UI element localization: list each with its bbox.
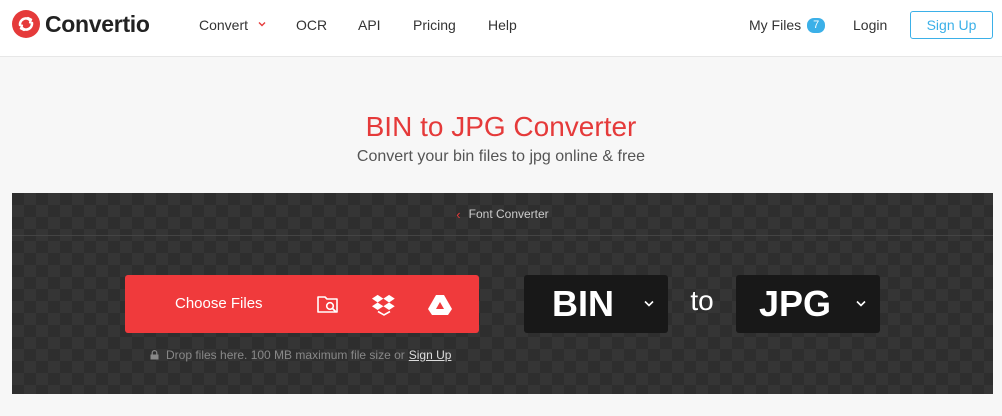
my-files-count-badge: 7 xyxy=(807,17,826,33)
login-link[interactable]: Login xyxy=(853,17,887,33)
to-label: to xyxy=(690,285,714,316)
nav-convert-label: Convert xyxy=(199,17,249,33)
lock-icon xyxy=(150,350,159,360)
target-format-label: JPG xyxy=(758,283,832,324)
drop-hint: Drop files here. 100 MB maximum file siz… xyxy=(150,348,451,362)
signup-button[interactable]: Sign Up xyxy=(910,11,993,39)
drop-hint-text: Drop files here. 100 MB maximum file siz… xyxy=(166,348,405,362)
my-files-label: My Files xyxy=(749,17,802,33)
dropbox-icon[interactable] xyxy=(371,292,397,316)
breadcrumb[interactable]: ‹ Font Converter xyxy=(456,207,548,222)
nav-convert[interactable]: Convert xyxy=(199,17,266,33)
chevron-down-icon xyxy=(258,22,266,27)
chevron-down-icon xyxy=(856,300,866,307)
choose-files-button[interactable]: Choose Files xyxy=(125,275,479,333)
folder-search-icon[interactable] xyxy=(315,292,341,316)
nav-ocr[interactable]: OCR xyxy=(296,17,327,33)
target-format-select[interactable]: JPG xyxy=(736,275,880,333)
nav-pricing[interactable]: Pricing xyxy=(413,17,456,33)
panel-breadcrumb-bar: ‹ Font Converter xyxy=(12,193,993,236)
page-title: BIN to JPG Converter xyxy=(365,111,637,142)
my-files-link[interactable]: My Files 7 xyxy=(749,17,826,33)
source-format-select[interactable]: BIN xyxy=(524,275,668,333)
source-format-label: BIN xyxy=(552,283,614,324)
convertio-logo[interactable]: Convertio xyxy=(12,10,150,38)
breadcrumb-label: Font Converter xyxy=(468,207,549,221)
choose-files-label: Choose Files xyxy=(175,295,263,312)
converter-panel: ‹ Font Converter Choose Files Drop files… xyxy=(12,193,993,394)
convertio-logo-icon xyxy=(12,10,40,38)
page-subtitle: Convert your bin files to jpg online & f… xyxy=(356,148,646,165)
chevron-down-icon xyxy=(644,300,654,307)
google-drive-icon[interactable] xyxy=(427,292,453,316)
nav-help[interactable]: Help xyxy=(488,17,517,33)
brand-name: Convertio xyxy=(45,10,150,37)
top-navbar: Convertio Convert OCR API Pricing Help M… xyxy=(0,0,1002,57)
nav-api[interactable]: API xyxy=(358,17,381,33)
drop-signup-link[interactable]: Sign Up xyxy=(409,348,452,362)
chevron-left-icon: ‹ xyxy=(456,206,461,222)
